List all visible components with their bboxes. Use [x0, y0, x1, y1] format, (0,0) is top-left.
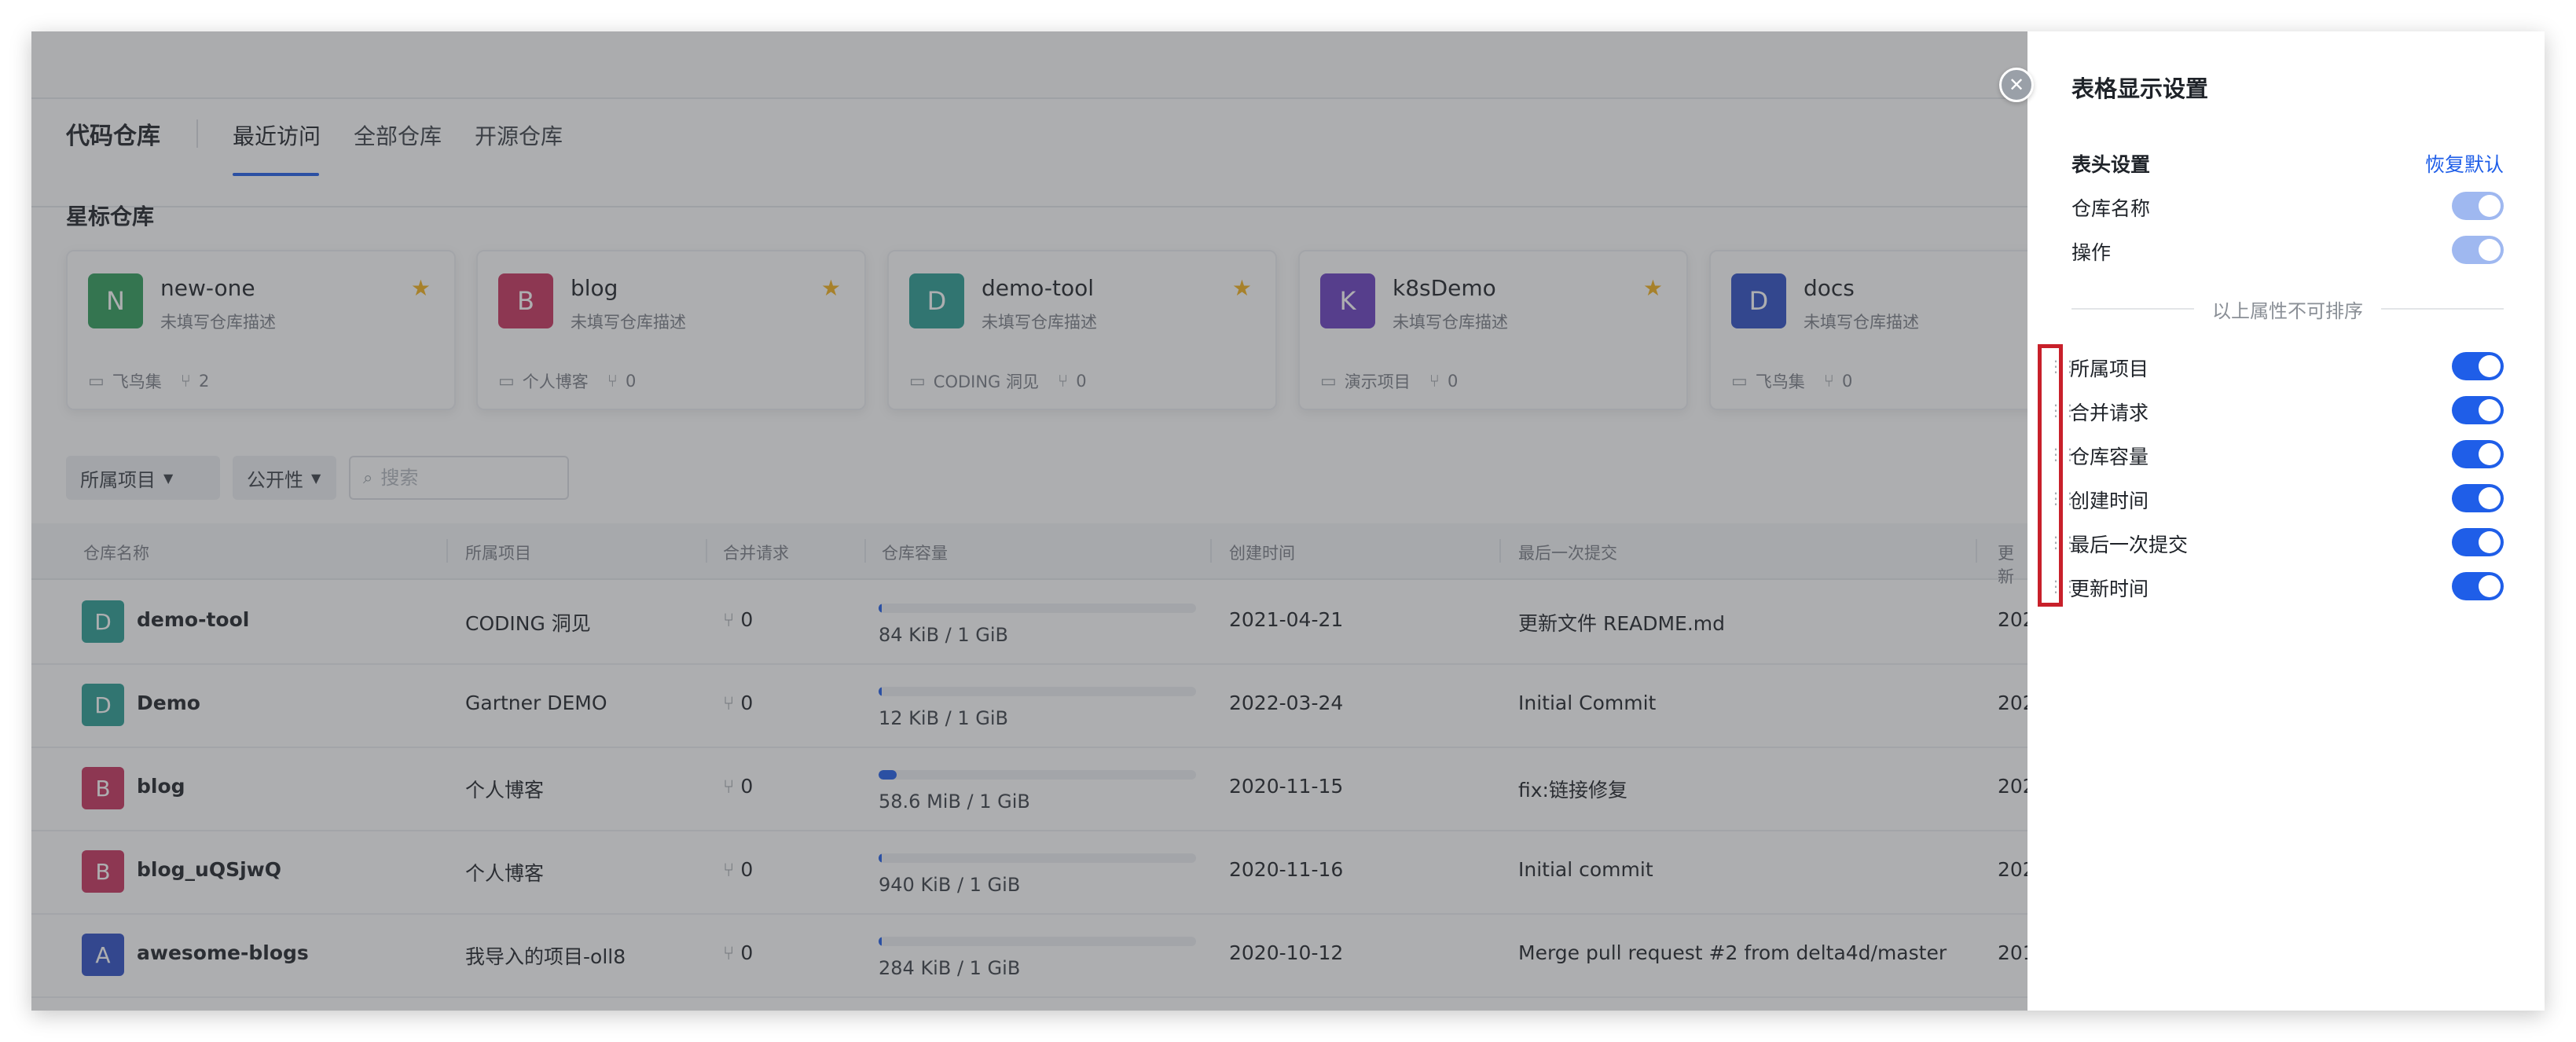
table-settings-drawer: 表格显示设置 表头设置 恢复默认 仓库名称 操作 以上属性不可排序 ⋮⋮ 所属项目…: [2027, 31, 2545, 1011]
sortable-column-label: 所属项目: [2070, 358, 2149, 380]
column-visibility-toggle[interactable]: [2452, 572, 2504, 600]
fixed-column-label: 操作: [2071, 241, 2112, 264]
toggle-knob: [2479, 531, 2501, 553]
main-app: 代码仓库 最近访问 全部仓库 开源仓库 星标仓库 Nnew-one 未填写仓库描述…: [31, 31, 2099, 1011]
toggle-knob: [2479, 443, 2501, 465]
sortable-column-label: 最后一次提交: [2070, 534, 2189, 556]
column-visibility-toggle[interactable]: [2452, 528, 2504, 556]
fixed-column-label: 仓库名称: [2071, 197, 2151, 220]
sortable-column-label: 更新时间: [2070, 578, 2149, 600]
sortable-column-label: 创建时间: [2070, 490, 2149, 512]
toggle-knob: [2479, 195, 2501, 217]
toggle-knob: [2479, 239, 2501, 261]
drawer-title: 表格显示设置: [2071, 75, 2209, 102]
toggle-knob: [2479, 575, 2501, 597]
fixed-column-toggle: [2452, 192, 2504, 220]
column-visibility-toggle[interactable]: [2452, 352, 2504, 380]
modal-overlay[interactable]: [31, 31, 2027, 1011]
toggle-knob: [2479, 487, 2501, 509]
window-frame: 代码仓库 最近访问 全部仓库 开源仓库 星标仓库 Nnew-one 未填写仓库描述…: [31, 31, 2545, 1011]
column-visibility-toggle[interactable]: [2452, 440, 2504, 468]
toggle-knob: [2479, 399, 2501, 421]
column-visibility-toggle[interactable]: [2452, 484, 2504, 512]
close-icon[interactable]: ✕: [1999, 68, 2034, 102]
drag-handle-highlight: [2038, 344, 2063, 607]
toggle-knob: [2479, 355, 2501, 377]
reset-default-link[interactable]: 恢复默认: [2425, 149, 2504, 178]
column-visibility-toggle[interactable]: [2452, 396, 2504, 424]
unsortable-divider-text: 以上属性不可排序: [2212, 300, 2363, 322]
fixed-column-toggle: [2452, 236, 2504, 264]
sortable-column-label: 仓库容量: [2070, 446, 2149, 468]
header-settings-label: 表头设置: [2071, 153, 2151, 176]
sortable-column-label: 合并请求: [2070, 402, 2149, 424]
